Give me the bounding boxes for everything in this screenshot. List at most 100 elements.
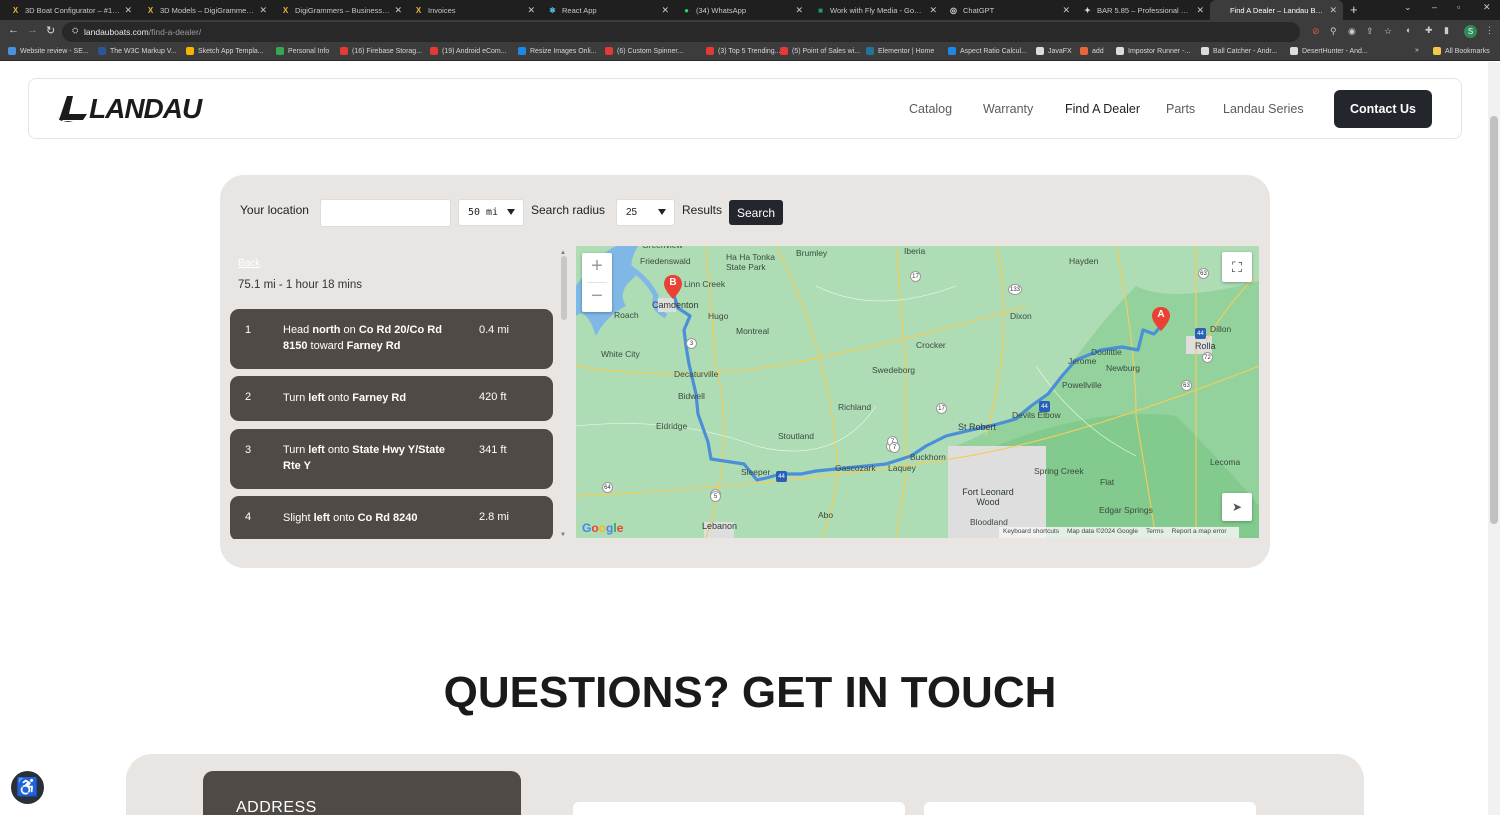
- directions-scrollbar[interactable]: ▲ ▼: [560, 250, 568, 540]
- bookmark-star-icon[interactable]: ☆: [1384, 26, 1392, 37]
- attribution-link[interactable]: Terms: [1146, 528, 1164, 535]
- bookmark-item[interactable]: (3) Top 5 Trending...: [706, 47, 781, 55]
- browser-tab[interactable]: ⚛ React App ✕: [542, 0, 675, 20]
- map-attribution: Keyboard shortcuts Map data ©2024 Google T…: [999, 527, 1239, 538]
- nav-find-a-dealer[interactable]: Find A Dealer: [1065, 102, 1140, 116]
- restore-icon[interactable]: ▫: [1457, 2, 1460, 12]
- side-panel-icon[interactable]: ▮: [1444, 25, 1449, 36]
- nav-landau-series[interactable]: Landau Series: [1223, 102, 1304, 116]
- site-info-icon[interactable]: ⛭: [72, 26, 78, 36]
- tab-search-icon[interactable]: ⌄: [1404, 2, 1412, 13]
- profile-avatar[interactable]: S: [1464, 25, 1477, 38]
- radius-select[interactable]: 25: [616, 199, 675, 226]
- nav-catalog[interactable]: Catalog: [909, 102, 952, 116]
- location-label: Your location: [240, 203, 309, 217]
- tab-close-icon[interactable]: ✕: [929, 5, 937, 16]
- bookmark-item[interactable]: Personal Info: [276, 47, 329, 55]
- bookmark-item[interactable]: Impostor Runner -...: [1116, 47, 1190, 55]
- bookmark-item[interactable]: Aspect Ratio Calcul...: [948, 47, 1027, 55]
- attribution-link[interactable]: Map data ©2024 Google: [1067, 528, 1138, 535]
- tab-close-icon[interactable]: ✕: [1196, 5, 1204, 16]
- tab-close-icon[interactable]: ✕: [394, 5, 402, 16]
- bookmark-item[interactable]: JavaFX: [1036, 47, 1072, 55]
- contact-form-field[interactable]: [573, 802, 905, 815]
- location-input[interactable]: [320, 199, 451, 227]
- browser-tab[interactable]: ✦ BAR 5.85 – Professional Grade ✕: [1077, 0, 1210, 20]
- browser-tab[interactable]: X 3D Boat Configurator – #1 – D ✕: [5, 0, 138, 20]
- contact-form-field[interactable]: [924, 802, 1256, 815]
- landau-logo[interactable]: LANDAU: [57, 93, 202, 125]
- bookmark-label: add: [1092, 47, 1104, 55]
- zoom-icon[interactable]: ⚲: [1330, 26, 1337, 37]
- bookmark-item[interactable]: Elementor | Home: [866, 47, 934, 55]
- bookmark-item[interactable]: Sketch App Templa...: [186, 47, 264, 55]
- scroll-down-icon[interactable]: ▼: [560, 532, 566, 538]
- extension-icon[interactable]: ◐: [1406, 25, 1411, 35]
- bookmark-item[interactable]: Website review - SE...: [8, 47, 89, 55]
- share-icon[interactable]: ⇪: [1366, 26, 1374, 37]
- bookmark-item[interactable]: (6) Custom Spinner...: [605, 47, 683, 55]
- browser-tab[interactable]: X 3D Models – DigiGrammers – ✕: [140, 0, 273, 20]
- distance-select[interactable]: 50 mi: [458, 199, 524, 226]
- tab-close-icon[interactable]: ✕: [1329, 5, 1337, 16]
- contact-us-button[interactable]: Contact Us: [1334, 90, 1432, 128]
- bookmark-item[interactable]: (5) Point of Sales wi...: [780, 47, 860, 55]
- eye-off-icon[interactable]: ◉: [1348, 26, 1356, 37]
- new-tab-button[interactable]: +: [1350, 2, 1358, 17]
- bookmark-item[interactable]: Resize Images Onli...: [518, 47, 597, 55]
- bookmark-item[interactable]: DesertHunter - And...: [1290, 47, 1368, 55]
- zoom-out-button[interactable]: −: [582, 283, 612, 312]
- browser-tab[interactable]: ◎ ChatGPT ✕: [943, 0, 1076, 20]
- bookmark-item[interactable]: (16) Firebase Storag...: [340, 47, 422, 55]
- bookmark-item[interactable]: (19) Android eCom...: [430, 47, 507, 55]
- direction-step[interactable]: 4 Slight left onto Co Rd 8240 2.8 mi: [230, 496, 553, 539]
- page-scroll-thumb[interactable]: [1490, 116, 1498, 524]
- blocked-icon[interactable]: ⊘: [1312, 26, 1320, 37]
- nav-parts[interactable]: Parts: [1166, 102, 1195, 116]
- browser-tab[interactable]: X Invoices ✕: [408, 0, 541, 20]
- browser-tab[interactable]: Find A Dealer – Landau Boats ✕: [1210, 0, 1343, 20]
- all-bookmarks[interactable]: All Bookmarks: [1433, 47, 1490, 55]
- browser-tab[interactable]: X DigiGrammers – Business and ✕: [275, 0, 408, 20]
- bookmark-item[interactable]: add: [1080, 47, 1104, 55]
- zoom-in-button[interactable]: +: [582, 253, 612, 282]
- page-scrollbar[interactable]: [1488, 62, 1500, 815]
- fullscreen-button[interactable]: ⛶: [1222, 252, 1252, 282]
- forward-arrow-icon[interactable]: →: [27, 24, 38, 36]
- attribution-link[interactable]: Keyboard shortcuts: [1003, 528, 1059, 535]
- nav-warranty[interactable]: Warranty: [983, 102, 1033, 116]
- browser-tab[interactable]: ● (34) WhatsApp ✕: [676, 0, 809, 20]
- tab-close-icon[interactable]: ✕: [124, 5, 132, 16]
- close-window-icon[interactable]: ✕: [1483, 2, 1491, 13]
- direction-step[interactable]: 3 Turn left onto State Hwy Y/State Rte Y 3…: [230, 429, 553, 489]
- scroll-thumb[interactable]: [561, 256, 567, 320]
- tab-close-icon[interactable]: ✕: [527, 5, 535, 16]
- direction-step[interactable]: 2 Turn left onto Farney Rd 420 ft: [230, 376, 553, 421]
- back-link[interactable]: Back: [238, 258, 260, 269]
- minimize-icon[interactable]: –: [1432, 2, 1437, 12]
- bookmarks-overflow-icon[interactable]: »: [1415, 47, 1419, 54]
- back-arrow-icon[interactable]: ←: [8, 24, 19, 36]
- menu-dots-icon[interactable]: ⋮: [1485, 25, 1494, 36]
- tab-close-icon[interactable]: ✕: [795, 5, 803, 16]
- search-button[interactable]: Search: [729, 200, 783, 225]
- marker-start[interactable]: A: [1152, 307, 1170, 331]
- accessibility-button[interactable]: ♿: [11, 771, 44, 804]
- bookmark-item[interactable]: Ball Catcher - Andr...: [1201, 47, 1277, 55]
- reload-icon[interactable]: ↻: [46, 24, 55, 37]
- map-place-label: Gascozark: [835, 463, 876, 473]
- tab-close-icon[interactable]: ✕: [1062, 5, 1070, 16]
- bookmark-label: (5) Point of Sales wi...: [792, 47, 861, 55]
- my-location-button[interactable]: ➤: [1222, 493, 1252, 521]
- attribution-link[interactable]: Report a map error: [1172, 528, 1227, 535]
- tab-close-icon[interactable]: ✕: [259, 5, 267, 16]
- marker-end[interactable]: B: [664, 275, 682, 299]
- url-bar[interactable]: ⛭ landauboats.com/find-a-dealer/ ⊘ ⚲ ◉ ⇪…: [62, 22, 1392, 42]
- browser-tab[interactable]: ■ Work with Fly Media - Google ✕: [810, 0, 943, 20]
- map-place-label: Hugo: [708, 311, 729, 321]
- bookmark-item[interactable]: The W3C Markup V...: [98, 47, 177, 55]
- route-map[interactable]: Greenview Ha Ha Tonka State Park Brumley Ib…: [576, 246, 1259, 538]
- direction-step[interactable]: 1 Head north on Co Rd 20/Co Rd 8150 towar…: [230, 309, 553, 369]
- tab-close-icon[interactable]: ✕: [661, 5, 669, 16]
- puzzle-icon[interactable]: ✚: [1425, 25, 1433, 36]
